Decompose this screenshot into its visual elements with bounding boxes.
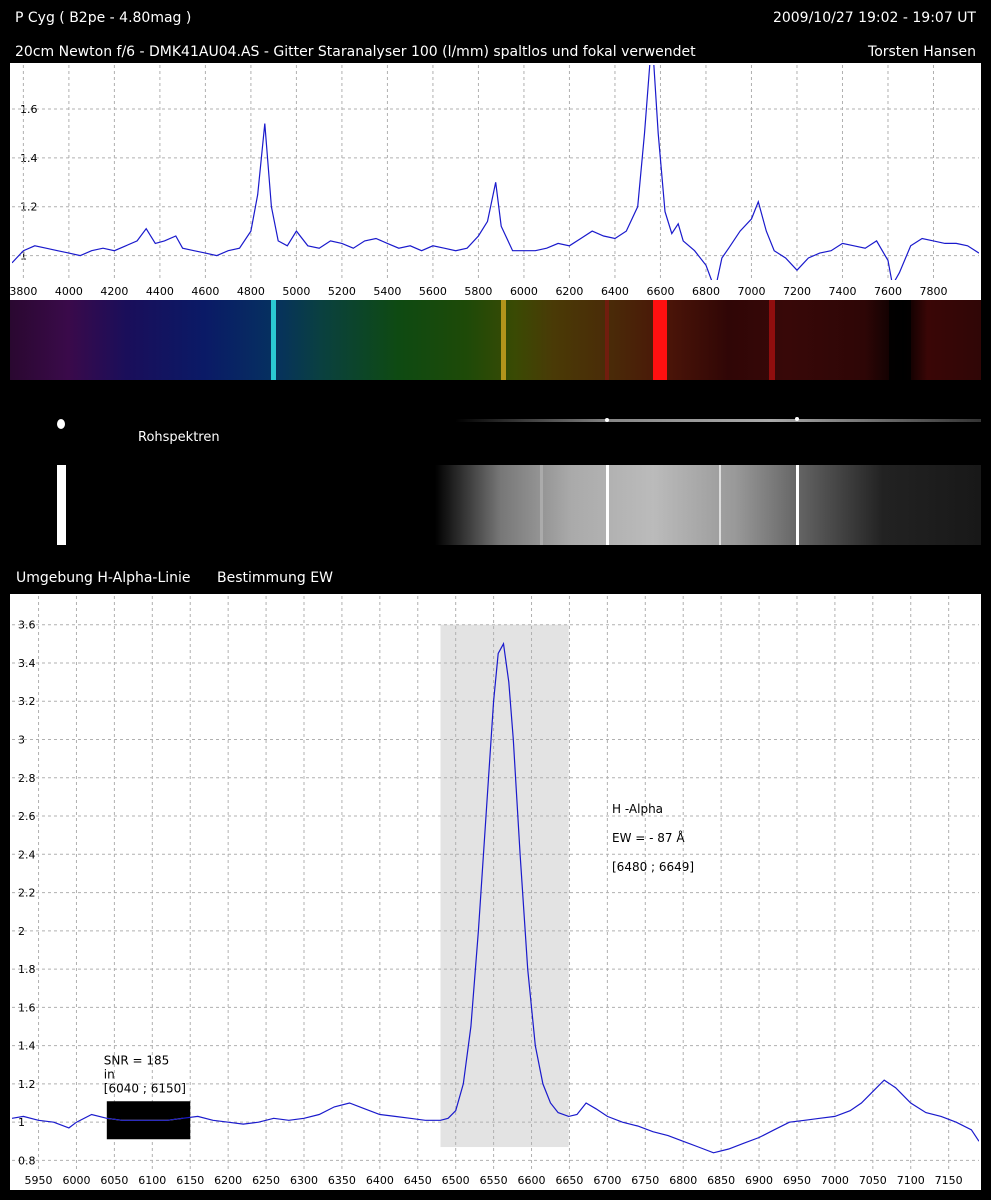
- x-tick-label: 7200: [783, 285, 811, 298]
- halpha-chart: 0.8 1 1.2 1.4 1.6 1.8 2 2.2 2.4 2.6 2.8 3 3.2 3.4 3.6 5…: [10, 594, 981, 1190]
- y-tick-label: 3: [18, 734, 25, 747]
- y-tick-label: 2.6: [18, 810, 36, 823]
- raw-spectra-area: [10, 380, 981, 560]
- x-tick-label: 7600: [874, 285, 902, 298]
- x-tick-label: 6000: [62, 1174, 90, 1187]
- x-tick-label: 4400: [146, 285, 174, 298]
- x-tick-label: 6800: [669, 1174, 697, 1187]
- x-tick-label: 7150: [935, 1174, 963, 1187]
- x-tick-label: 3800: [10, 285, 37, 298]
- x-tick-label: 4600: [191, 285, 219, 298]
- x-tick-label: 4000: [55, 285, 83, 298]
- full-spectrum-chart: 1 1.2 1.4 1.6 3800 4000 4200 4400 4600 4800 5000 52…: [9, 63, 981, 300]
- y-tick-label: 1.6: [18, 1001, 36, 1014]
- snr-annotation-line: SNR = 185: [104, 1053, 170, 1067]
- x-tick-label: 7100: [897, 1174, 925, 1187]
- x-tick-label: 6500: [442, 1174, 470, 1187]
- x-tick-label: 6400: [366, 1174, 394, 1187]
- raw-spectra-label: Rohspektren: [138, 430, 220, 445]
- halpha-annotation-line: H -Alpha: [612, 802, 663, 816]
- y-tick-label: 1.6: [20, 103, 38, 116]
- color-spectrum-strip: [10, 300, 981, 380]
- x-tick-label: 7000: [821, 1174, 849, 1187]
- y-tick-label: 1.4: [18, 1040, 36, 1053]
- raw-spectra-graphic: [57, 417, 981, 545]
- x-tick-label: 7400: [828, 285, 856, 298]
- y-tick-label: 2.2: [18, 887, 36, 900]
- x-tick-label: 6550: [480, 1174, 508, 1187]
- x-tick-label: 6250: [252, 1174, 280, 1187]
- color-spectrum-graphic: [10, 300, 981, 380]
- y-tick-label: 2.8: [18, 772, 36, 785]
- y-tick-label: 0.8: [18, 1154, 36, 1167]
- instrument-setup: 20cm Newton f/6 - DMK41AU04.AS - Gitter …: [15, 44, 696, 60]
- ew-integration-region: [440, 624, 569, 1148]
- x-tick-label: 6200: [555, 285, 583, 298]
- halpha-annotation-line: [6480 ; 6649]: [612, 860, 694, 874]
- halpha-plot: 0.8 1 1.2 1.4 1.6 1.8 2 2.2 2.4 2.6 2.8 3 3.2 3.4 3.6 5…: [12, 596, 979, 1187]
- x-tick-label: 6850: [707, 1174, 735, 1187]
- x-tick-label: 6800: [692, 285, 720, 298]
- x-tick-label: 6600: [646, 285, 674, 298]
- x-tick-label: 6750: [631, 1174, 659, 1187]
- halpha-section-label: Umgebung H-Alpha-Linie: [16, 570, 191, 586]
- y-tick-label: 1.2: [18, 1078, 36, 1091]
- y-tick-label: 1.4: [20, 152, 38, 165]
- x-tick-label: 5000: [282, 285, 310, 298]
- x-tick-label: 6950: [783, 1174, 811, 1187]
- x-tick-label: 6300: [290, 1174, 318, 1187]
- x-tick-label: 5400: [373, 285, 401, 298]
- x-tick-label: 7000: [737, 285, 765, 298]
- x-tick-label: 6350: [328, 1174, 356, 1187]
- x-tick-label: 4200: [100, 285, 128, 298]
- snr-annotation-line: [6040 ; 6150]: [104, 1081, 186, 1095]
- x-tick-label: 6100: [138, 1174, 166, 1187]
- x-tick-label: 6900: [745, 1174, 773, 1187]
- x-tick-label: 5600: [419, 285, 447, 298]
- ew-section-label: Bestimmung EW: [217, 570, 333, 586]
- full-spectrum-plot: 11.21.41.63800 4000 4200 4400 4600 4800 5000 52…: [9, 65, 979, 298]
- y-tick-label: 2.4: [18, 848, 36, 861]
- y-tick-label: 1: [18, 1116, 25, 1129]
- x-tick-label: 6400: [601, 285, 629, 298]
- snr-annotation-line: in: [104, 1067, 115, 1081]
- y-tick-label: 1.8: [18, 963, 36, 976]
- x-tick-label: 6000: [510, 285, 538, 298]
- x-tick-label: 6050: [100, 1174, 128, 1187]
- y-tick-label: 3.4: [18, 657, 36, 670]
- x-tick-label: 6650: [555, 1174, 583, 1187]
- author-name: Torsten Hansen: [868, 44, 976, 60]
- x-tick-label: 6150: [176, 1174, 204, 1187]
- x-tick-label: 5800: [464, 285, 492, 298]
- halpha-annotation-line: EW = - 87 Å: [612, 830, 685, 845]
- observation-datetime: 2009/10/27 19:02 - 19:07 UT: [772, 10, 976, 26]
- y-tick-label: 1.2: [20, 201, 38, 214]
- x-tick-label: 5200: [328, 285, 356, 298]
- x-tick-label: 6600: [518, 1174, 546, 1187]
- x-tick-label: 4800: [237, 285, 265, 298]
- x-tick-label: 7800: [919, 285, 947, 298]
- x-tick-label: 7050: [859, 1174, 887, 1187]
- x-tick-label: 6200: [214, 1174, 242, 1187]
- y-tick-label: 3.6: [18, 619, 36, 632]
- y-tick-label: 3.2: [18, 695, 36, 708]
- y-tick-label: 2: [18, 925, 25, 938]
- x-tick-label: 6700: [593, 1174, 621, 1187]
- x-tick-label: 5950: [25, 1174, 53, 1187]
- object-title: P Cyg ( B2pe - 4.80mag ): [15, 10, 192, 26]
- x-tick-label: 6450: [404, 1174, 432, 1187]
